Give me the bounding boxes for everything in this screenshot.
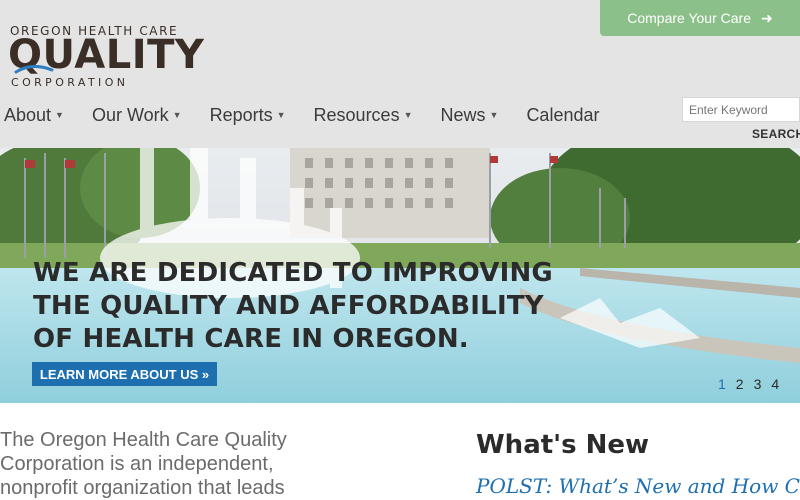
- nav-item-label: Reports: [209, 104, 273, 125]
- caret-down-icon: ▼: [489, 110, 499, 120]
- whats-new-heading: What's New: [476, 430, 650, 460]
- site-header: OREGON HEALTH CARE QUALITY CORPORATION C…: [0, 0, 800, 148]
- nav-item-news[interactable]: News ▼: [441, 103, 499, 127]
- caret-down-icon: ▼: [172, 110, 182, 120]
- hero-headline-line: THE QUALITY AND AFFORDABILITY: [33, 291, 544, 321]
- search-button[interactable]: SEARCH: [752, 127, 800, 141]
- pager-dot-3[interactable]: 3: [754, 376, 762, 392]
- slider-pager: 1 2 3 4: [718, 376, 779, 392]
- whats-new-link[interactable]: POLST: What’s New and How Can: [476, 474, 800, 498]
- arrow-right-icon: ➜: [761, 9, 773, 26]
- search-input[interactable]: [682, 97, 800, 122]
- nav-item-resources[interactable]: Resources ▼: [314, 103, 413, 127]
- learn-more-button[interactable]: LEARN MORE ABOUT US »: [32, 362, 217, 386]
- compare-your-care-button[interactable]: Compare Your Care ➜: [600, 0, 800, 36]
- nav-item-label: News: [440, 104, 486, 125]
- nav-item-label: Calendar: [526, 104, 600, 125]
- pager-dot-1[interactable]: 1: [718, 376, 726, 392]
- main-nav: About ▼ Our Work ▼ Reports ▼ Resources ▼…: [0, 103, 627, 127]
- caret-down-icon: ▼: [276, 110, 286, 120]
- intro-paragraph: The Oregon Health Care Quality Corporati…: [0, 429, 287, 499]
- nav-item-calendar[interactable]: Calendar: [526, 103, 599, 127]
- pager-dot-4[interactable]: 4: [771, 376, 779, 392]
- nav-item-label: Our Work: [91, 104, 169, 125]
- nav-item-label: Resources: [313, 104, 400, 125]
- nav-item-about[interactable]: About ▼: [4, 103, 64, 127]
- compare-button-label: Compare Your Care: [627, 10, 751, 26]
- hero-headline-line: OF HEALTH CARE IN OREGON.: [33, 324, 469, 354]
- hero-headline-line: WE ARE DEDICATED TO IMPROVING: [33, 258, 553, 288]
- pager-dot-2[interactable]: 2: [736, 376, 744, 392]
- hero-headline: WE ARE DEDICATED TO IMPROVING THE QUALIT…: [33, 257, 553, 356]
- caret-down-icon: ▼: [55, 110, 64, 120]
- caret-down-icon: ▼: [403, 110, 413, 120]
- nav-item-label: About: [4, 104, 52, 125]
- nav-item-reports[interactable]: Reports ▼: [210, 103, 286, 127]
- nav-item-our-work[interactable]: Our Work ▼: [92, 103, 182, 127]
- logo-line3: CORPORATION: [11, 76, 129, 89]
- logo-swoosh-icon: [14, 65, 54, 74]
